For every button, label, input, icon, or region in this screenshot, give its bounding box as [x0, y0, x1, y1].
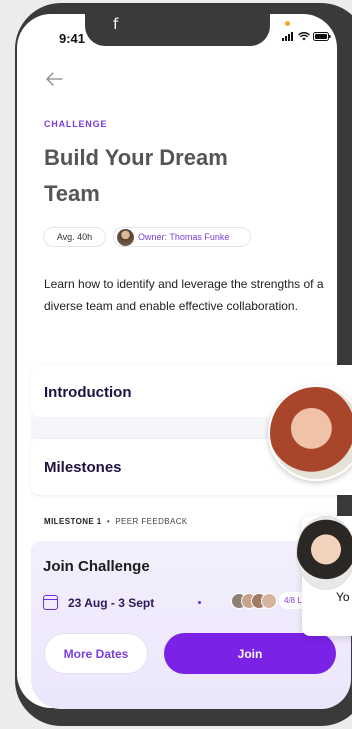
milestone-label: MILESTONE 1 • PEER FEEDBACK — [44, 517, 188, 526]
wifi-icon — [298, 32, 310, 41]
status-icons — [282, 32, 331, 41]
challenge-title: Build Your Dream Team — [44, 145, 228, 206]
more-dates-button[interactable]: More Dates — [44, 633, 148, 674]
video-call-text: Yo — [336, 590, 350, 604]
battery-icon — [313, 32, 331, 41]
status-time: 9:41 — [59, 31, 86, 46]
owner-chip[interactable]: Owner: Thomas Funke — [113, 227, 251, 247]
milestone-number: MILESTONE 1 — [44, 517, 102, 526]
challenge-description: Learn how to identify and leverage the s… — [44, 277, 324, 313]
arrow-left-icon[interactable] — [44, 70, 64, 88]
introduction-label: Introduction — [44, 384, 132, 401]
avg-time-chip: Avg. 40h — [43, 227, 106, 247]
milestone-separator: • — [106, 517, 111, 526]
signal-icon — [282, 32, 293, 41]
join-button[interactable]: Join — [164, 633, 336, 674]
notch-mark: f — [113, 15, 119, 33]
owner-label: Owner: Thomas Funke — [138, 232, 230, 242]
leaders-avatars[interactable]: 4/8 Le — [231, 592, 312, 609]
date-range: 23 Aug - 3 Sept — [68, 595, 155, 610]
date-separator — [198, 601, 201, 604]
leader-avatar — [261, 592, 277, 609]
video-call-avatar — [296, 516, 352, 590]
owner-avatar — [117, 228, 134, 246]
milestones-label: Milestones — [44, 459, 122, 476]
join-title: Join Challenge — [43, 558, 150, 575]
date-row[interactable]: 23 Aug - 3 Sept — [43, 595, 154, 610]
recording-indicator — [285, 21, 290, 26]
milestone-type: PEER FEEDBACK — [115, 517, 188, 526]
challenge-eyebrow: CHALLENGE — [44, 119, 108, 129]
calendar-icon — [43, 595, 58, 610]
